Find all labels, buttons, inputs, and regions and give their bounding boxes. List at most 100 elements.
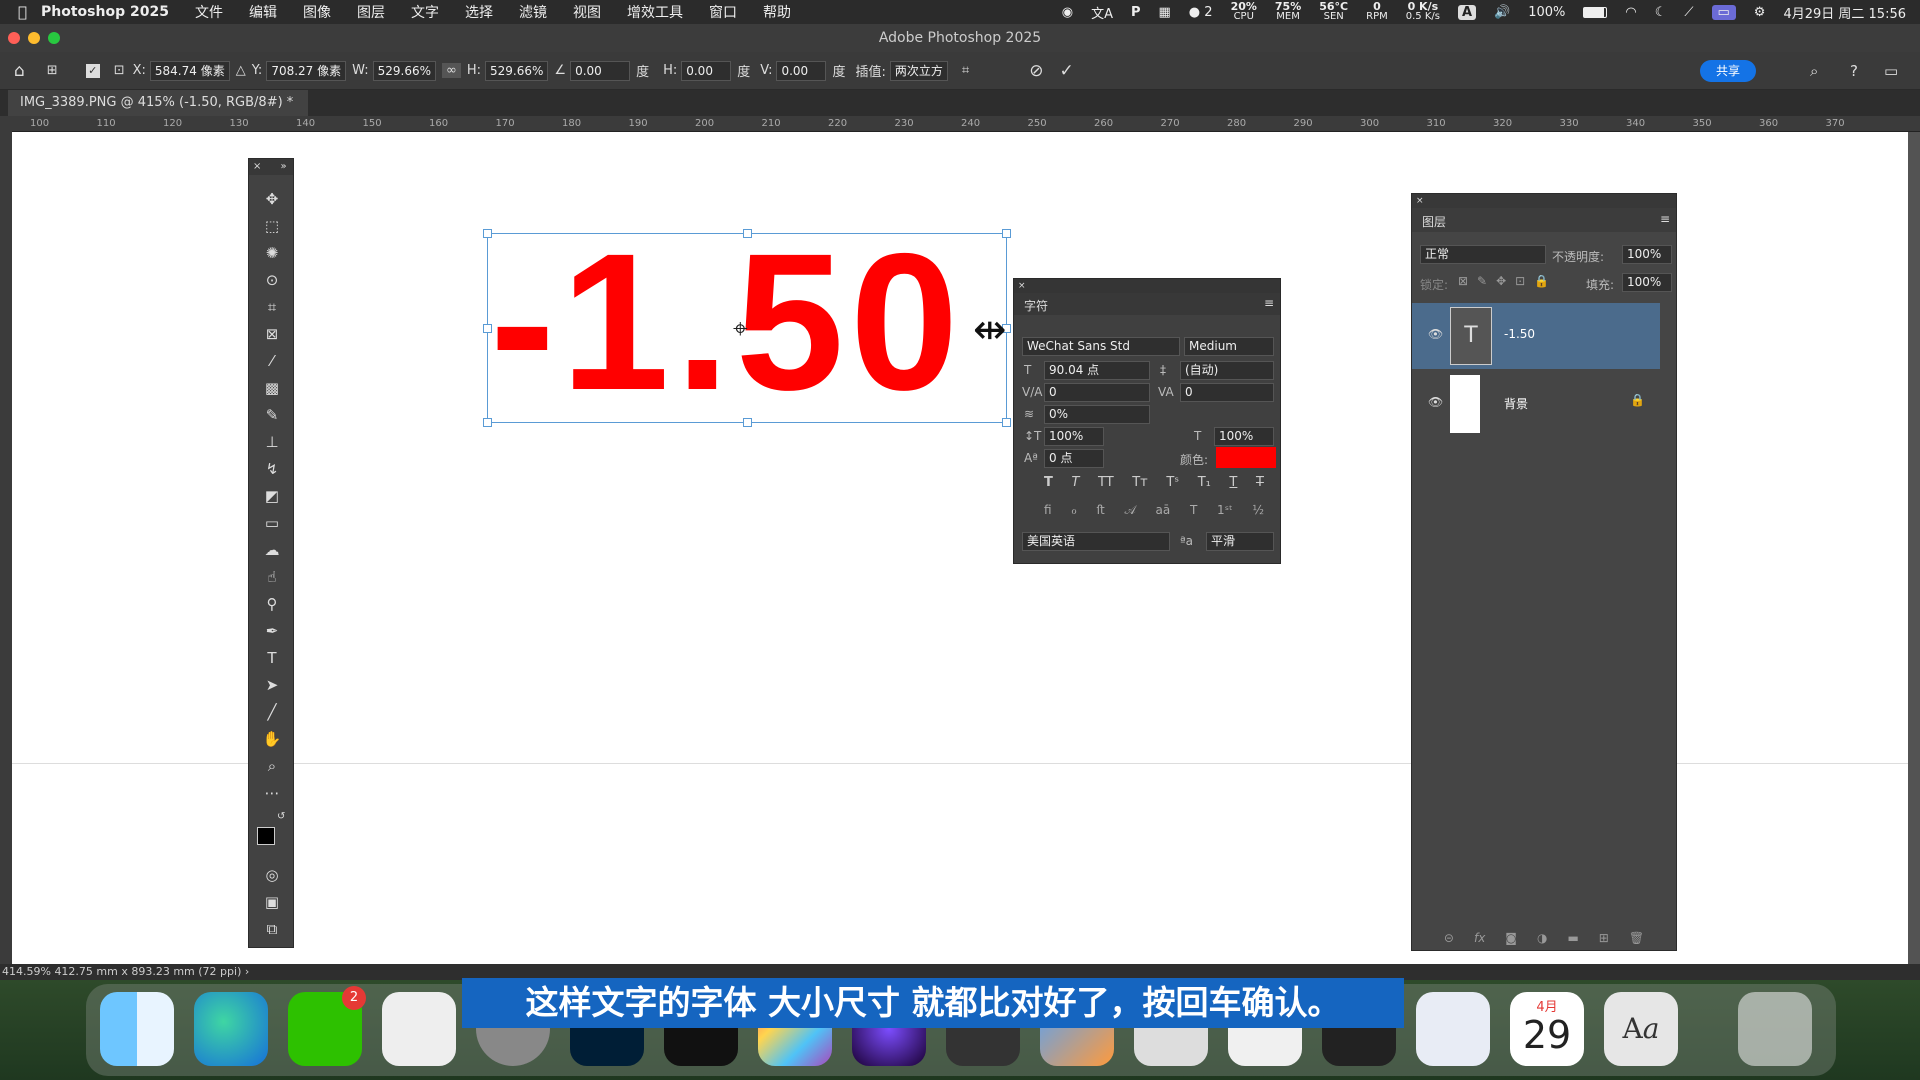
close-window-button[interactable] [8, 32, 20, 44]
stylistic-alt-icon[interactable]: aā [1156, 503, 1171, 518]
commit-transform-icon[interactable]: ✓ [1059, 61, 1073, 81]
screen-mirror-icon[interactable]: ▭ [1711, 4, 1736, 20]
menu-select[interactable]: 选择 [465, 2, 493, 22]
font-book-icon[interactable]: Aa [1604, 992, 1678, 1066]
strikethrough-icon[interactable]: T [1256, 475, 1264, 490]
healing-tool-icon[interactable]: ▩ [262, 378, 282, 398]
brush-tool-icon[interactable]: ✎ [262, 405, 282, 425]
visibility-eye-icon[interactable]: 👁 [1428, 395, 1443, 409]
artboard-icon[interactable]: ⧉ [262, 919, 282, 939]
screen-mode-icon[interactable]: ▣ [262, 892, 282, 912]
menu-plugins[interactable]: 增效工具 [627, 2, 683, 22]
share-button[interactable]: 共享 [1700, 60, 1756, 82]
tracking-input[interactable]: 0 [1180, 383, 1274, 402]
fx-icon[interactable]: fx [1474, 926, 1485, 950]
contextual-alt-icon[interactable]: ℴ [1071, 503, 1077, 518]
horizontal-scale-input[interactable]: 100% [1214, 427, 1274, 446]
move-tool-icon[interactable]: ✥ [262, 189, 282, 209]
w-input[interactable]: 529.66% [372, 60, 437, 81]
path-select-tool-icon[interactable]: ➤ [262, 675, 282, 695]
remote-desktop-icon[interactable] [1416, 992, 1490, 1066]
workspace-icon[interactable]: ▭ [1884, 62, 1898, 80]
apple-icon[interactable]:  [18, 3, 27, 21]
more-tools-icon[interactable]: ⋯ [262, 783, 282, 803]
all-caps-icon[interactable]: TT [1098, 475, 1114, 490]
cancel-transform-icon[interactable]: ⊘ [1029, 61, 1043, 81]
fill-input[interactable]: 100% [1622, 273, 1672, 292]
battery-text[interactable]: 100% [1528, 5, 1565, 20]
link-layers-icon[interactable]: ⊝ [1444, 926, 1454, 950]
search-icon[interactable]: ⌕ [1810, 62, 1818, 80]
link-icon[interactable]: ∞ [442, 63, 461, 78]
menu-view[interactable]: 视图 [573, 2, 601, 22]
quick-mask-icon[interactable]: ◎ [262, 865, 282, 885]
app-status-icon[interactable]: ▦ [1159, 5, 1171, 20]
delete-layer-icon[interactable]: 🗑 [1629, 926, 1644, 950]
reference-point-checkbox[interactable]: ✓ [85, 63, 100, 78]
handle-top-left[interactable] [483, 229, 492, 238]
layer-row-text[interactable]: 👁 T -1.50 [1412, 303, 1660, 369]
handle-middle-left[interactable] [483, 324, 492, 333]
hskew-input[interactable]: 0.00 [681, 60, 732, 81]
reference-point-icon[interactable]: ⊡ [114, 63, 125, 78]
lock-icons[interactable]: ⊠✎✥⊡🔒 [1458, 274, 1558, 288]
visibility-eye-icon[interactable]: 👁 [1428, 327, 1443, 341]
app-menu[interactable]: Photoshop 2025 [41, 4, 169, 20]
layer-row-background[interactable]: 👁 背景 🔒 [1412, 371, 1660, 437]
layer-name[interactable]: -1.50 [1504, 327, 1535, 341]
angle-input[interactable]: 0.00 [570, 60, 631, 81]
horizontal-ruler[interactable]: 100 110 120 130 140 150 160 170 180 190 200 210 220 2… [12, 116, 1920, 132]
discretionary-lig-icon[interactable]: ﬅ [1097, 503, 1105, 518]
layers-panel-title[interactable]: 图层 [1422, 213, 1446, 230]
tsume-input[interactable]: 0% [1044, 405, 1150, 424]
vertical-ruler[interactable] [0, 116, 12, 966]
font-size-input[interactable]: 90.04 点 [1044, 361, 1150, 380]
handle-bottom-middle[interactable] [743, 418, 752, 427]
faux-bold-icon[interactable]: T [1044, 475, 1053, 490]
antialias-select[interactable]: 平滑 [1206, 532, 1274, 551]
eraser-tool-icon[interactable]: ◩ [262, 486, 282, 506]
language-select[interactable]: 美国英语 [1022, 532, 1170, 551]
text-color-swatch[interactable] [1216, 447, 1276, 468]
hand-tool-icon[interactable]: ✋ [262, 729, 282, 749]
zoom-window-button[interactable] [48, 32, 60, 44]
quick-select-tool-icon[interactable]: ⊙ [262, 270, 282, 290]
layer-lock-icon[interactable]: 🔒 [1630, 393, 1645, 407]
line-tool-icon[interactable]: ╱ [262, 702, 282, 722]
swap-colors-icon[interactable]: ↺ [277, 811, 285, 822]
pen-tool-icon[interactable]: ✒ [262, 621, 282, 641]
add-mask-icon[interactable]: ◙ [1505, 926, 1517, 950]
launchpad-icon[interactable] [382, 992, 456, 1066]
edge-icon[interactable] [194, 992, 268, 1066]
menu-filter[interactable]: 滤镜 [519, 2, 547, 22]
menu-image[interactable]: 图像 [303, 2, 331, 22]
vskew-input[interactable]: 0.00 [776, 60, 827, 81]
fractions-icon[interactable]: ½ [1252, 503, 1264, 518]
x-input[interactable]: 584.74 像素 [149, 60, 230, 81]
reference-point-crosshair-icon[interactable]: ⌖ [733, 314, 748, 345]
blur-tool-icon[interactable]: ☁ [262, 540, 282, 560]
menu-type[interactable]: 文字 [411, 2, 439, 22]
input-method-badge[interactable]: A [1457, 4, 1477, 20]
relative-icon[interactable]: △ [236, 63, 246, 78]
underline-icon[interactable]: T [1229, 475, 1237, 490]
calendar-icon[interactable]: 4月 29 [1510, 992, 1584, 1066]
layer-name[interactable]: 背景 [1504, 395, 1528, 412]
handle-top-right[interactable] [1002, 229, 1011, 238]
control-center-icon[interactable]: ⚙ [1754, 5, 1766, 20]
transform-bounding-box[interactable]: ⌖ [483, 229, 1011, 427]
document-tab[interactable]: IMG_3389.PNG @ 415% (-1.50, RGB/8#) * [8, 90, 308, 116]
slash-icon[interactable]: ⟋ [1684, 5, 1693, 20]
datetime[interactable]: 4月29日 周二 15:56 [1783, 3, 1906, 22]
p-icon[interactable]: P [1131, 5, 1141, 20]
handle-bottom-left[interactable] [483, 418, 492, 427]
eyedropper-tool-icon[interactable]: ⁄ [262, 351, 282, 371]
handle-bottom-right[interactable] [1002, 418, 1011, 427]
superscript-icon[interactable]: Tˢ [1166, 475, 1179, 490]
opacity-input[interactable]: 100% [1622, 245, 1672, 264]
menu-file[interactable]: 文件 [195, 2, 223, 22]
baseline-shift-input[interactable]: 0 点 [1044, 449, 1104, 468]
ordinals-icon[interactable]: 1ˢᵗ [1217, 503, 1233, 518]
font-style-select[interactable]: Medium [1184, 337, 1274, 356]
y-input[interactable]: 708.27 像素 [266, 60, 347, 81]
